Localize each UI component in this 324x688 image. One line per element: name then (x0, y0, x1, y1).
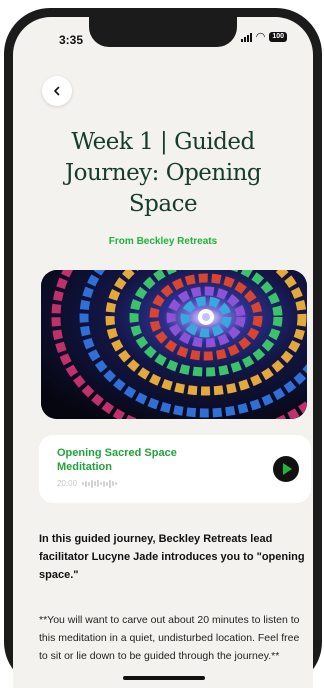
page-title-line-1: Week 1 | Guided (71, 129, 255, 155)
chevron-left-icon (54, 86, 60, 96)
hero-image (41, 270, 307, 419)
status-time: 3:35 (59, 33, 84, 47)
track-meta: 20:00 (57, 479, 118, 488)
status-icons: ◠ 100 (240, 31, 287, 43)
source-label: From Beckley Retreats (108, 236, 218, 247)
page-title-line-3: Space (128, 191, 198, 217)
page-title-line-2: Journey: Opening (64, 160, 262, 186)
phone-frame: 3:35 ◠ 100 Week 1 | Guided Journey: Open… (4, 8, 322, 688)
audio-track-card[interactable]: Opening Sacred Space Meditation 20:00 (39, 435, 311, 503)
play-icon (283, 463, 292, 475)
track-title: Opening Sacred Space Meditation (57, 447, 177, 473)
track-duration: 20:00 (57, 479, 78, 488)
back-button[interactable] (42, 76, 72, 106)
play-button[interactable] (273, 456, 299, 482)
intro-bold: guided journey, Beckley Retreats lead fa… (39, 533, 273, 563)
battery-icon: 100 (269, 32, 287, 42)
notch (89, 17, 237, 47)
intro-prefix: In this (39, 533, 75, 545)
waveform-icon (82, 479, 118, 488)
page-title: Week 1 | Guided Journey: Opening Space (33, 127, 293, 220)
note-paragraph: **You will want to carve out about 20 mi… (39, 614, 300, 662)
app-screen: 3:35 ◠ 100 Week 1 | Guided Journey: Open… (13, 17, 313, 688)
home-indicator (123, 676, 205, 680)
stained-glass-spiral-image (41, 270, 307, 419)
wifi-icon: ◠ (255, 31, 266, 43)
intro-paragraph: In this guided journey, Beckley Retreats… (39, 530, 311, 584)
signal-icon (240, 32, 252, 42)
